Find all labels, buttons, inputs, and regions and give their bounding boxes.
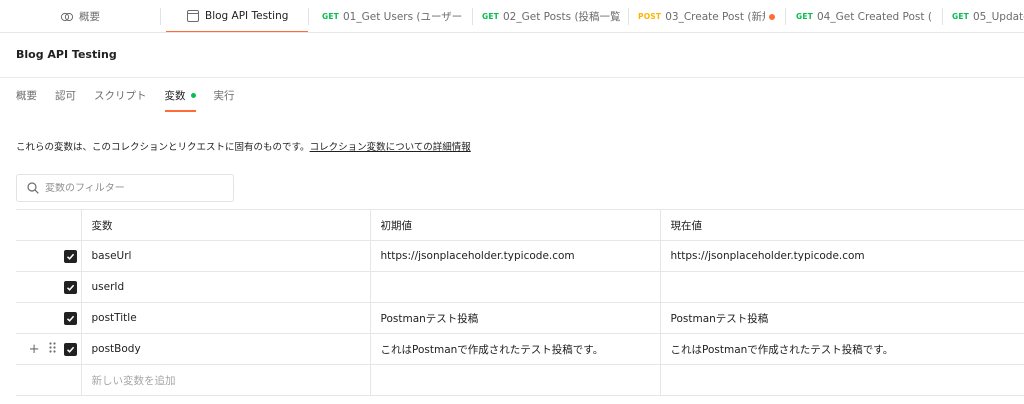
current-value-cell[interactable] xyxy=(659,364,1024,396)
initial-value-cell[interactable] xyxy=(369,364,661,396)
table-row: + postBody これはPostmanで作成されたテスト投稿です。 これはP… xyxy=(16,333,1024,365)
has-content-indicator xyxy=(190,92,196,98)
tab-create-post[interactable]: POST 03_Create Post (新規投 xyxy=(638,0,784,32)
tab-blog-api-testing[interactable]: Blog API Testing xyxy=(166,0,308,32)
tab-variables-label: 変数 xyxy=(164,90,186,102)
collection-icon xyxy=(187,9,199,22)
collection-header: Blog API Testing xyxy=(0,34,1024,78)
variable-name-cell[interactable]: postBody xyxy=(80,333,371,365)
divider xyxy=(160,8,161,25)
method-badge: GET xyxy=(322,12,339,21)
add-row-icon[interactable]: + xyxy=(29,343,40,356)
method-badge: GET xyxy=(952,12,969,21)
method-badge: POST xyxy=(638,12,662,21)
enable-checkbox[interactable] xyxy=(63,311,77,325)
table-row: baseUrl https://jsonplaceholder.typicode… xyxy=(16,240,1024,272)
initial-value-cell[interactable]: https://jsonplaceholder.typicode.com xyxy=(369,240,661,272)
tab-update[interactable]: GET 05_Update xyxy=(952,0,1024,32)
divider xyxy=(785,8,786,25)
current-value-cell[interactable]: https://jsonplaceholder.typicode.com xyxy=(659,240,1024,272)
column-header-initial: 初期値 xyxy=(369,209,661,241)
variable-name-cell[interactable]: postTitle xyxy=(80,302,371,334)
add-variable-input[interactable]: 新しい変数を追加 xyxy=(80,364,371,396)
enable-checkbox[interactable] xyxy=(63,342,77,356)
tab-strip: 概要 Blog API Testing GET 01_Get Users (ユー… xyxy=(0,0,1024,33)
current-value-cell[interactable]: これはPostmanで作成されたテスト投稿です。 xyxy=(659,333,1024,365)
variables-description: これらの変数は、このコレクションとリクエストに固有のものです。コレクション変数に… xyxy=(16,139,471,153)
tab-variables[interactable]: 変数 xyxy=(164,88,196,112)
tab-get-posts[interactable]: GET 02_Get Posts (投稿一覧取 xyxy=(482,0,620,32)
tab-label: 04_Get Created Post (作 xyxy=(817,11,932,23)
method-badge: GET xyxy=(482,12,499,21)
collection-subtabs: 概要 認可 スクリプト 変数 実行 xyxy=(16,88,253,112)
tab-runs[interactable]: 実行 xyxy=(214,88,235,112)
initial-value-cell[interactable]: これはPostmanで作成されたテスト投稿です。 xyxy=(369,333,661,365)
column-header-current: 現在値 xyxy=(659,209,1024,241)
method-badge: GET xyxy=(796,12,813,21)
tab-label: 01_Get Users (ユーザー一覧 xyxy=(343,11,462,23)
tab-label: 02_Get Posts (投稿一覧取 xyxy=(503,11,620,23)
divider xyxy=(628,8,629,25)
enable-checkbox[interactable] xyxy=(63,280,77,294)
table-row: userId xyxy=(16,271,1024,303)
tab-authorization[interactable]: 認可 xyxy=(55,88,76,112)
tab-label: 03_Create Post (新規投 xyxy=(665,11,765,23)
header-select-cell xyxy=(16,209,82,241)
initial-value-cell[interactable] xyxy=(369,271,661,303)
tab-label: 05_Update xyxy=(973,10,1024,23)
variable-name-cell[interactable]: userId xyxy=(80,271,371,303)
variable-filter[interactable] xyxy=(16,174,234,202)
description-text: これらの変数は、このコレクションとリクエストに固有のものです。 xyxy=(16,142,310,153)
enable-checkbox[interactable] xyxy=(63,249,77,263)
variables-table: 変数 初期値 現在値 baseUrl https://jsonplacehold… xyxy=(16,209,1024,396)
page-title: Blog API Testing xyxy=(16,48,117,61)
divider xyxy=(308,8,309,25)
add-variable-row: 新しい変数を追加 xyxy=(16,364,1024,396)
divider xyxy=(942,8,943,25)
search-icon xyxy=(27,182,39,194)
learn-more-link[interactable]: コレクション変数についての詳細情報 xyxy=(310,142,471,153)
tab-overview-sub[interactable]: 概要 xyxy=(16,88,37,112)
unsaved-indicator xyxy=(769,13,776,20)
drag-handle-icon[interactable] xyxy=(48,342,56,356)
tab-overview[interactable]: 概要 xyxy=(60,0,160,32)
column-header-variable: 変数 xyxy=(80,209,371,241)
eye-icon xyxy=(60,11,74,23)
variable-name-cell[interactable]: baseUrl xyxy=(80,240,371,272)
tab-get-users[interactable]: GET 01_Get Users (ユーザー一覧 xyxy=(322,0,462,32)
tab-get-created-post[interactable]: GET 04_Get Created Post (作 xyxy=(796,0,932,32)
current-value-cell[interactable]: Postmanテスト投稿 xyxy=(659,302,1024,334)
table-row: postTitle Postmanテスト投稿 Postmanテスト投稿 xyxy=(16,302,1024,334)
filter-input[interactable] xyxy=(45,182,215,194)
tab-scripts[interactable]: スクリプト xyxy=(94,88,147,112)
current-value-cell[interactable] xyxy=(659,271,1024,303)
initial-value-cell[interactable]: Postmanテスト投稿 xyxy=(369,302,661,334)
tab-label: 概要 xyxy=(79,11,100,23)
tab-label: Blog API Testing xyxy=(205,9,289,22)
divider xyxy=(472,8,473,25)
table-header-row: 変数 初期値 現在値 xyxy=(16,209,1024,241)
